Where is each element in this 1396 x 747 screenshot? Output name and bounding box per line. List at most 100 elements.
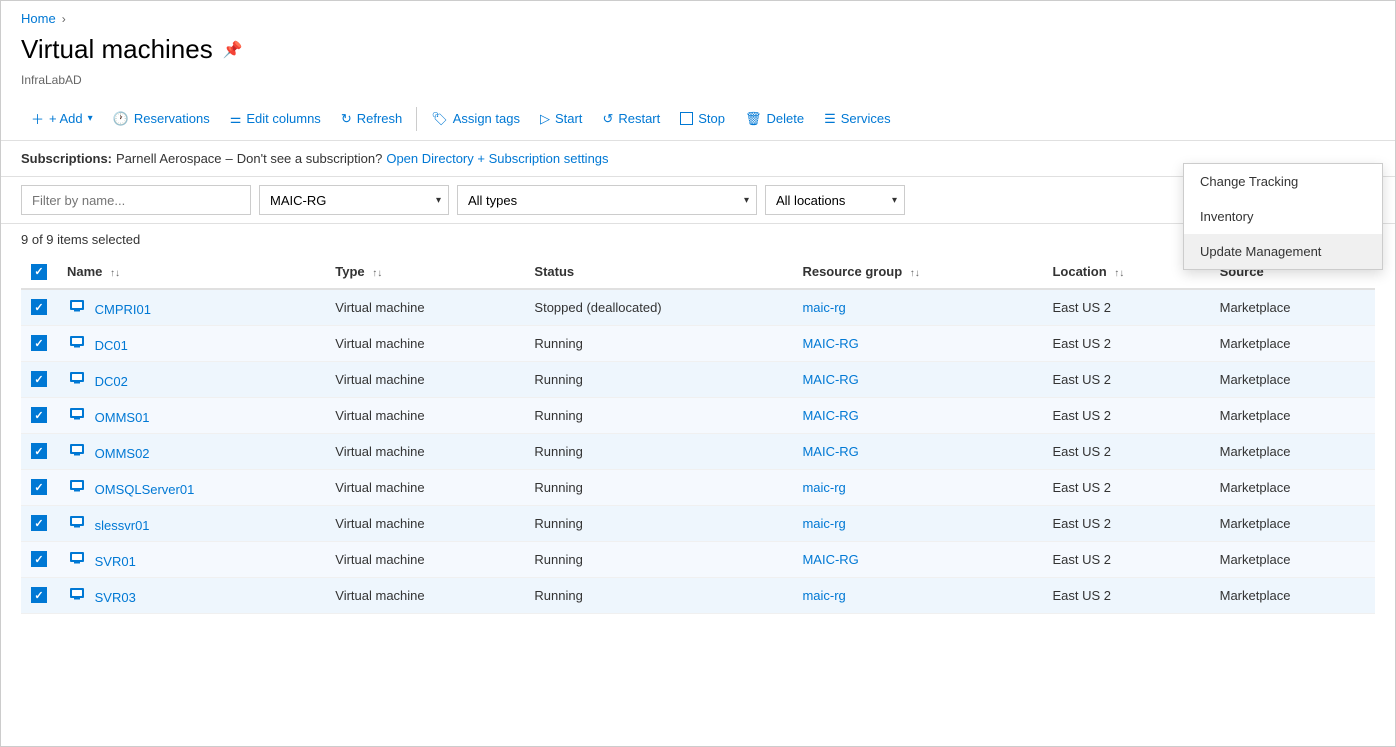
dropdown-item-inventory[interactable]: Inventory: [1184, 199, 1382, 234]
page-title: Virtual machines: [21, 34, 213, 65]
delete-button[interactable]: 🗑 Delete: [735, 105, 814, 133]
vm-name-link[interactable]: SVR01: [95, 554, 136, 569]
vm-name-link[interactable]: DC02: [95, 374, 128, 389]
table-row: SVR03 Virtual machine Running maic-rg Ea…: [21, 577, 1375, 613]
row-location-cell: East US 2: [1042, 433, 1209, 469]
vm-icon: [67, 478, 87, 494]
col-location-label: Location: [1052, 264, 1106, 279]
row-checkbox[interactable]: [31, 407, 47, 423]
row-location-cell: East US 2: [1042, 325, 1209, 361]
vm-name-link[interactable]: OMSQLServer01: [95, 482, 195, 497]
table-container: Name ↑↓ Type ↑↓ Status Resource group ↑↓: [1, 255, 1395, 614]
vm-icon: [67, 298, 87, 314]
resource-group-link[interactable]: MAIC-RG: [802, 336, 858, 351]
row-location-cell: East US 2: [1042, 289, 1209, 326]
vm-icon: [67, 406, 87, 422]
row-checkbox[interactable]: [31, 299, 47, 315]
table-row: OMMS01 Virtual machine Running MAIC-RG E…: [21, 397, 1375, 433]
row-checkbox[interactable]: [31, 479, 47, 495]
col-location-sort-icon[interactable]: ↑↓: [1114, 268, 1124, 279]
edit-columns-label: Edit columns: [246, 111, 320, 126]
resource-group-select[interactable]: MAIC-RG: [259, 185, 449, 215]
reservations-button[interactable]: 🕐 Reservations: [103, 105, 220, 133]
dropdown-item-change-tracking[interactable]: Change Tracking: [1184, 164, 1382, 199]
vm-table: Name ↑↓ Type ↑↓ Status Resource group ↑↓: [21, 255, 1375, 614]
row-rg-cell: maic-rg: [792, 505, 1042, 541]
row-checkbox[interactable]: [31, 587, 47, 603]
resource-group-link[interactable]: maic-rg: [802, 516, 845, 531]
row-checkbox[interactable]: [31, 551, 47, 567]
resource-group-link[interactable]: MAIC-RG: [802, 444, 858, 459]
header-checkbox[interactable]: [31, 264, 47, 280]
subscription-value: Parnell Aerospace: [116, 151, 222, 166]
restart-button[interactable]: ↺ Restart: [592, 105, 670, 133]
filter-by-name-input[interactable]: [21, 185, 251, 215]
col-type-sort-icon[interactable]: ↑↓: [372, 268, 382, 279]
resource-group-link[interactable]: MAIC-RG: [802, 372, 858, 387]
stop-button[interactable]: Stop: [670, 105, 735, 132]
resource-group-link[interactable]: maic-rg: [802, 300, 845, 315]
vm-name-link[interactable]: SVR03: [95, 590, 136, 605]
row-source-cell: Marketplace: [1210, 397, 1375, 433]
row-rg-cell: maic-rg: [792, 577, 1042, 613]
dropdown-item-update-management[interactable]: Update Management: [1184, 234, 1382, 269]
refresh-label: Refresh: [357, 111, 403, 126]
col-rg-label: Resource group: [802, 264, 902, 279]
row-checkbox[interactable]: [31, 335, 47, 351]
row-type-cell: Virtual machine: [325, 541, 524, 577]
vm-icon: [67, 334, 87, 350]
start-label: Start: [555, 111, 582, 126]
row-checkbox-cell: [21, 433, 57, 469]
open-directory-link[interactable]: Open Directory + Subscription settings: [386, 151, 608, 166]
row-source-cell: Marketplace: [1210, 289, 1375, 326]
row-checkbox[interactable]: [31, 371, 47, 387]
row-type-cell: Virtual machine: [325, 397, 524, 433]
vm-name-link[interactable]: CMPRI01: [95, 302, 151, 317]
pin-icon[interactable]: 📌: [223, 40, 243, 60]
add-chevron-icon: ▾: [88, 113, 93, 124]
table-row: OMSQLServer01 Virtual machine Running ma…: [21, 469, 1375, 505]
assign-tags-icon: 🏷: [431, 111, 448, 127]
row-location-cell: East US 2: [1042, 397, 1209, 433]
row-name-cell: SVR01: [57, 541, 325, 577]
resource-group-link[interactable]: maic-rg: [802, 588, 845, 603]
edit-columns-button[interactable]: ⚌ Edit columns: [220, 105, 331, 133]
refresh-icon: ↻: [341, 111, 352, 127]
vm-name-link[interactable]: OMMS01: [95, 410, 150, 425]
row-name-cell: DC01: [57, 325, 325, 361]
col-status-label: Status: [534, 264, 574, 279]
row-name-cell: DC02: [57, 361, 325, 397]
start-button[interactable]: ▷ Start: [530, 105, 592, 133]
vm-icon: [67, 550, 87, 566]
row-rg-cell: MAIC-RG: [792, 397, 1042, 433]
resource-group-link[interactable]: MAIC-RG: [802, 408, 858, 423]
vm-name-link[interactable]: DC01: [95, 338, 128, 353]
row-checkbox[interactable]: [31, 443, 47, 459]
col-rg-sort-icon[interactable]: ↑↓: [910, 268, 920, 279]
col-type: Type ↑↓: [325, 255, 524, 289]
services-button[interactable]: ☰ Services: [814, 105, 901, 133]
delete-icon: 🗑: [745, 111, 762, 127]
services-label: Services: [841, 111, 891, 126]
toolbar: ＋ + Add ▾ 🕐 Reservations ⚌ Edit columns …: [1, 97, 1395, 141]
row-location-cell: East US 2: [1042, 541, 1209, 577]
refresh-button[interactable]: ↻ Refresh: [331, 105, 412, 133]
row-type-cell: Virtual machine: [325, 289, 524, 326]
location-select[interactable]: All locations: [765, 185, 905, 215]
breadcrumb-home[interactable]: Home: [21, 11, 56, 26]
row-checkbox[interactable]: [31, 515, 47, 531]
add-icon: ＋: [31, 109, 44, 128]
add-button[interactable]: ＋ + Add ▾: [21, 103, 103, 134]
subtitle: InfraLabAD: [1, 73, 1395, 97]
type-select[interactable]: All types: [457, 185, 757, 215]
assign-tags-button[interactable]: 🏷 Assign tags: [421, 105, 530, 133]
toolbar-separator-1: [416, 107, 417, 131]
col-name-sort-icon[interactable]: ↑↓: [110, 268, 120, 279]
resource-group-link[interactable]: maic-rg: [802, 480, 845, 495]
resource-group-link[interactable]: MAIC-RG: [802, 552, 858, 567]
row-rg-cell: maic-rg: [792, 289, 1042, 326]
row-checkbox-cell: [21, 289, 57, 326]
vm-name-link[interactable]: slessvr01: [95, 518, 150, 533]
col-resource-group: Resource group ↑↓: [792, 255, 1042, 289]
vm-name-link[interactable]: OMMS02: [95, 446, 150, 461]
